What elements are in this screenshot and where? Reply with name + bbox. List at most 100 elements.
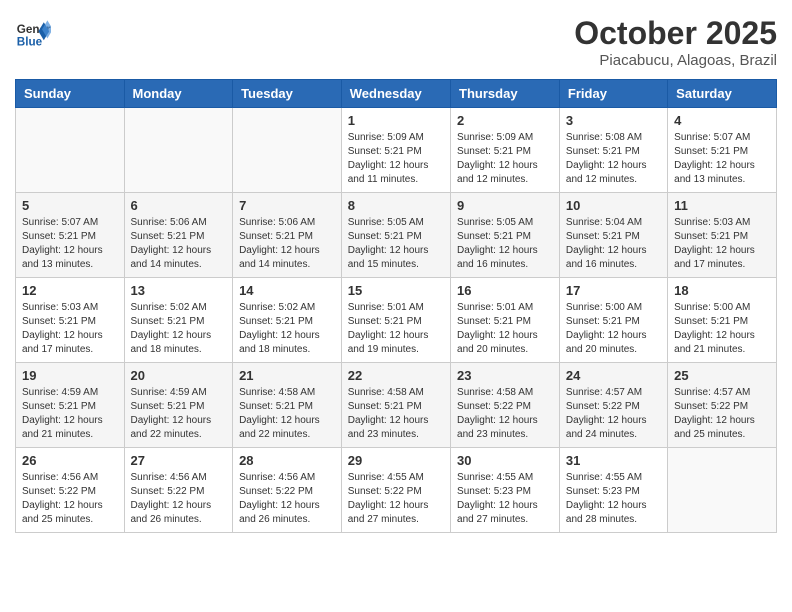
calendar-day-22: 22 Sunrise: 4:58 AM Sunset: 5:21 PM Dayli… (341, 363, 450, 448)
day-number: 20 (131, 368, 227, 383)
day-info: Sunrise: 4:55 AM Sunset: 5:23 PM Dayligh… (566, 471, 661, 527)
calendar-table: SundayMondayTuesdayWednesdayThursdayFrid… (15, 79, 777, 533)
calendar-day-7: 7 Sunrise: 5:06 AM Sunset: 5:21 PM Daylig… (233, 193, 342, 278)
day-info: Sunrise: 5:04 AM Sunset: 5:21 PM Dayligh… (566, 216, 661, 272)
calendar-week-row: 26 Sunrise: 4:56 AM Sunset: 5:22 PM Dayli… (16, 448, 777, 533)
day-info: Sunrise: 5:07 AM Sunset: 5:21 PM Dayligh… (674, 131, 770, 187)
calendar-day-18: 18 Sunrise: 5:00 AM Sunset: 5:21 PM Dayli… (668, 278, 777, 363)
day-number: 11 (674, 198, 770, 213)
calendar-day-6: 6 Sunrise: 5:06 AM Sunset: 5:21 PM Daylig… (124, 193, 233, 278)
calendar-day-8: 8Sunrise: 5:05 AM Sunset: 5:21 PM Daylig… (341, 193, 450, 278)
day-info: Sunrise: 4:58 AM Sunset: 5:21 PM Dayligh… (348, 386, 444, 442)
day-info: Sunrise: 5:00 AM Sunset: 5:21 PM Dayligh… (566, 301, 661, 357)
page-header: General Blue October 2025 Piacabucu, Ala… (15, 15, 777, 69)
calendar-day-empty (233, 108, 342, 193)
day-info: Sunrise: 5:07 AM Sunset: 5:21 PM Dayligh… (22, 216, 118, 272)
calendar-day-empty (668, 448, 777, 533)
calendar-week-row: 19Sunrise: 4:59 AM Sunset: 5:21 PM Dayli… (16, 363, 777, 448)
day-number: 7 (239, 198, 335, 213)
day-number: 1 (348, 113, 444, 128)
day-number: 22 (348, 368, 444, 383)
weekday-header-saturday: Saturday (668, 80, 777, 108)
day-info: Sunrise: 5:09 AM Sunset: 5:21 PM Dayligh… (348, 131, 444, 187)
calendar-day-31: 31 Sunrise: 4:55 AM Sunset: 5:23 PM Dayli… (559, 448, 667, 533)
weekday-header-monday: Monday (124, 80, 233, 108)
calendar-day-23: 23 Sunrise: 4:58 AM Sunset: 5:22 PM Dayli… (451, 363, 560, 448)
calendar-day-25: 25 Sunrise: 4:57 AM Sunset: 5:22 PM Dayli… (668, 363, 777, 448)
day-info: Sunrise: 5:03 AM Sunset: 5:21 PM Dayligh… (674, 216, 770, 272)
calendar-week-row: 1 Sunrise: 5:09 AM Sunset: 5:21 PM Daylig… (16, 108, 777, 193)
day-number: 6 (131, 198, 227, 213)
day-number: 2 (457, 113, 553, 128)
day-info: Sunrise: 5:06 AM Sunset: 5:21 PM Dayligh… (239, 216, 335, 272)
weekday-header-sunday: Sunday (16, 80, 125, 108)
day-number: 18 (674, 283, 770, 298)
weekday-header-friday: Friday (559, 80, 667, 108)
day-number: 9 (457, 198, 553, 213)
calendar-day-1: 1 Sunrise: 5:09 AM Sunset: 5:21 PM Daylig… (341, 108, 450, 193)
day-number: 14 (239, 283, 335, 298)
day-number: 27 (131, 453, 227, 468)
calendar-day-10: 10 Sunrise: 5:04 AM Sunset: 5:21 PM Dayli… (559, 193, 667, 278)
day-info: Sunrise: 5:03 AM Sunset: 5:21 PM Dayligh… (22, 301, 118, 357)
calendar-day-26: 26 Sunrise: 4:56 AM Sunset: 5:22 PM Dayli… (16, 448, 125, 533)
day-info: Sunrise: 5:01 AM Sunset: 5:21 PM Dayligh… (457, 301, 553, 357)
day-info: Sunrise: 5:00 AM Sunset: 5:21 PM Dayligh… (674, 301, 770, 357)
day-number: 24 (566, 368, 661, 383)
day-number: 31 (566, 453, 661, 468)
day-info: Sunrise: 5:02 AM Sunset: 5:21 PM Dayligh… (131, 301, 227, 357)
day-info: Sunrise: 4:59 AM Sunset: 5:21 PM Dayligh… (22, 386, 118, 442)
calendar-day-29: 29 Sunrise: 4:55 AM Sunset: 5:22 PM Dayli… (341, 448, 450, 533)
calendar-day-empty (16, 108, 125, 193)
svg-text:Blue: Blue (17, 36, 43, 49)
calendar-day-3: 3Sunrise: 5:08 AM Sunset: 5:21 PM Daylig… (559, 108, 667, 193)
day-info: Sunrise: 4:58 AM Sunset: 5:21 PM Dayligh… (239, 386, 335, 442)
day-number: 30 (457, 453, 553, 468)
day-info: Sunrise: 4:55 AM Sunset: 5:23 PM Dayligh… (457, 471, 553, 527)
day-info: Sunrise: 5:09 AM Sunset: 5:21 PM Dayligh… (457, 131, 553, 187)
calendar-day-17: 17 Sunrise: 5:00 AM Sunset: 5:21 PM Dayli… (559, 278, 667, 363)
weekday-header-tuesday: Tuesday (233, 80, 342, 108)
calendar-day-21: 21 Sunrise: 4:58 AM Sunset: 5:21 PM Dayli… (233, 363, 342, 448)
day-info: Sunrise: 5:05 AM Sunset: 5:21 PM Dayligh… (457, 216, 553, 272)
calendar-week-row: 12 Sunrise: 5:03 AM Sunset: 5:21 PM Dayli… (16, 278, 777, 363)
day-number: 25 (674, 368, 770, 383)
day-info: Sunrise: 4:56 AM Sunset: 5:22 PM Dayligh… (239, 471, 335, 527)
weekday-header-wednesday: Wednesday (341, 80, 450, 108)
day-number: 10 (566, 198, 661, 213)
calendar-day-9: 9 Sunrise: 5:05 AM Sunset: 5:21 PM Daylig… (451, 193, 560, 278)
day-number: 5 (22, 198, 118, 213)
calendar-day-20: 20 Sunrise: 4:59 AM Sunset: 5:21 PM Dayli… (124, 363, 233, 448)
day-number: 26 (22, 453, 118, 468)
day-info: Sunrise: 4:59 AM Sunset: 5:21 PM Dayligh… (131, 386, 227, 442)
weekday-header-row: SundayMondayTuesdayWednesdayThursdayFrid… (16, 80, 777, 108)
day-info: Sunrise: 4:56 AM Sunset: 5:22 PM Dayligh… (22, 471, 118, 527)
day-number: 23 (457, 368, 553, 383)
day-number: 17 (566, 283, 661, 298)
day-number: 28 (239, 453, 335, 468)
day-number: 29 (348, 453, 444, 468)
calendar-day-28: 28 Sunrise: 4:56 AM Sunset: 5:22 PM Dayli… (233, 448, 342, 533)
calendar-day-30: 30 Sunrise: 4:55 AM Sunset: 5:23 PM Dayli… (451, 448, 560, 533)
day-info: Sunrise: 4:57 AM Sunset: 5:22 PM Dayligh… (566, 386, 661, 442)
calendar-day-19: 19Sunrise: 4:59 AM Sunset: 5:21 PM Dayli… (16, 363, 125, 448)
calendar-day-empty (124, 108, 233, 193)
calendar-day-13: 13Sunrise: 5:02 AM Sunset: 5:21 PM Dayli… (124, 278, 233, 363)
day-info: Sunrise: 4:55 AM Sunset: 5:22 PM Dayligh… (348, 471, 444, 527)
title-section: October 2025 Piacabucu, Alagoas, Brazil (574, 15, 777, 69)
calendar-day-14: 14Sunrise: 5:02 AM Sunset: 5:21 PM Dayli… (233, 278, 342, 363)
day-number: 3 (566, 113, 661, 128)
day-number: 21 (239, 368, 335, 383)
day-info: Sunrise: 5:01 AM Sunset: 5:21 PM Dayligh… (348, 301, 444, 357)
day-number: 16 (457, 283, 553, 298)
day-info: Sunrise: 5:06 AM Sunset: 5:21 PM Dayligh… (131, 216, 227, 272)
month-title: October 2025 (574, 15, 777, 52)
day-info: Sunrise: 4:57 AM Sunset: 5:22 PM Dayligh… (674, 386, 770, 442)
day-info: Sunrise: 4:58 AM Sunset: 5:22 PM Dayligh… (457, 386, 553, 442)
calendar-day-4: 4Sunrise: 5:07 AM Sunset: 5:21 PM Daylig… (668, 108, 777, 193)
day-info: Sunrise: 4:56 AM Sunset: 5:22 PM Dayligh… (131, 471, 227, 527)
weekday-header-thursday: Thursday (451, 80, 560, 108)
calendar-day-5: 5 Sunrise: 5:07 AM Sunset: 5:21 PM Daylig… (16, 193, 125, 278)
day-number: 12 (22, 283, 118, 298)
calendar-day-11: 11 Sunrise: 5:03 AM Sunset: 5:21 PM Dayli… (668, 193, 777, 278)
